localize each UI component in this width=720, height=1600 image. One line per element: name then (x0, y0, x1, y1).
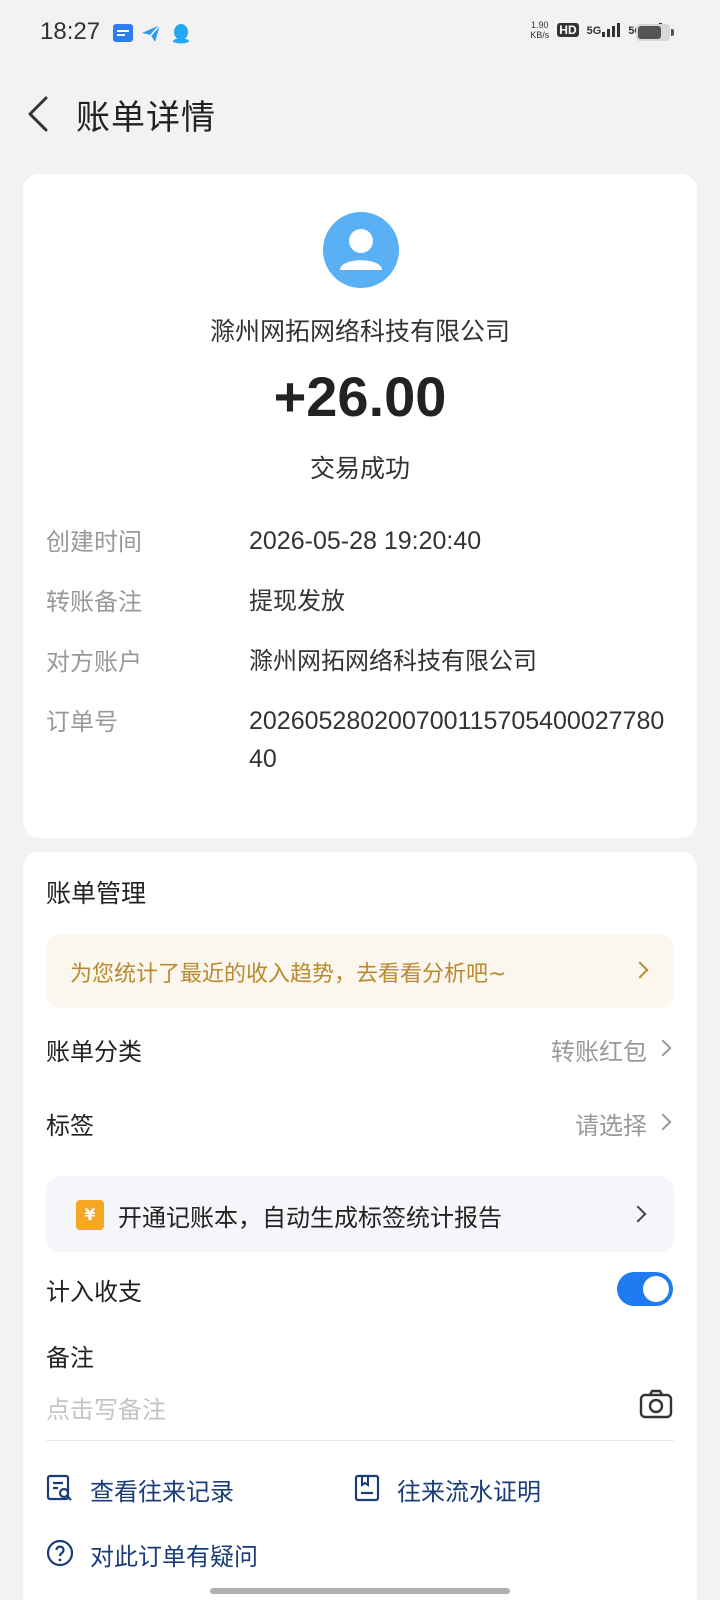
net-speed: 1.90 KB/s (530, 20, 550, 40)
chevron-right-icon[interactable] (654, 1039, 672, 1057)
banner-text: 为您统计了最近的收入趋势，去看看分析吧~ (70, 962, 507, 987)
chevron-right-icon (629, 1205, 647, 1223)
tag-select[interactable]: 请选择 (575, 1106, 647, 1141)
message-app-icon (113, 24, 133, 42)
header: 账单详情 (0, 80, 720, 146)
include-in-stats-toggle[interactable] (617, 1272, 673, 1306)
merchant-name: 滁州网拓网络科技有限公司 (209, 317, 510, 346)
toggle-knob (643, 1276, 669, 1302)
signal-icon: 5G (587, 23, 621, 37)
bill-amount: +26.00 (273, 365, 447, 428)
detail-value: 滁州网拓网络科技有限公司 (249, 647, 537, 675)
bill-summary-card: 滁州网拓网络科技有限公司 +26.00 交易成功 创建时间 2026-05-28… (23, 174, 697, 838)
detail-label: 对方账户 (46, 648, 142, 676)
bill-management-card: 账单管理 为您统计了最近的收入趋势，去看看分析吧~ 账单分类 转账红包 标签 请… (23, 852, 697, 1600)
page-title: 账单详情 (76, 98, 216, 138)
detail-label: 转账备注 (46, 588, 142, 616)
detail-label: 订单号 (46, 708, 118, 736)
transaction-status: 交易成功 (309, 454, 410, 483)
chevron-right-icon (631, 961, 649, 979)
home-indicator[interactable] (210, 1588, 510, 1594)
status-bar: 18:27 1.90 KB/s HD 5G 5G (0, 0, 720, 66)
detail-label: 创建时间 (46, 528, 142, 556)
tag-label: 标签 (46, 1112, 94, 1140)
order-question-link[interactable]: 对此订单有疑问 (90, 1537, 258, 1572)
view-history-link[interactable]: 查看往来记录 (90, 1472, 234, 1507)
status-time: 18:27 (40, 18, 101, 45)
hd-voice-icon: HD (557, 23, 579, 37)
camera-icon[interactable] (639, 1388, 673, 1420)
category-value[interactable]: 转账红包 (551, 1032, 647, 1067)
order-number[interactable]: 202605280200700115705400027780 40 (249, 702, 679, 778)
open-ledger-banner[interactable]: ¥ 开通记账本，自动生成标签统计报告 (46, 1176, 674, 1252)
flow-proof-link[interactable]: 往来流水证明 (397, 1472, 541, 1507)
question-icon[interactable] (46, 1539, 74, 1567)
chevron-right-icon[interactable] (654, 1113, 672, 1131)
proof-document-icon[interactable] (353, 1474, 381, 1502)
back-arrow-icon[interactable] (22, 92, 62, 136)
merchant-avatar (323, 212, 399, 288)
ledger-text: 开通记账本，自动生成标签统计报告 (118, 1204, 502, 1232)
divider (46, 1440, 674, 1441)
detail-value: 2026-05-28 19:20:40 (249, 527, 482, 555)
detail-value: 提现发放 (249, 587, 345, 615)
record-search-icon[interactable] (46, 1474, 74, 1502)
section-title: 账单管理 (46, 879, 147, 908)
memo-input[interactable]: 点击写备注 (46, 1390, 166, 1425)
user-icon (340, 229, 382, 270)
memo-label: 备注 (46, 1344, 94, 1372)
qq-app-icon (173, 24, 189, 44)
battery-icon (636, 24, 674, 41)
category-label: 账单分类 (46, 1038, 142, 1066)
include-in-stats-label: 计入收支 (46, 1278, 142, 1306)
send-app-icon (142, 24, 161, 42)
income-trend-banner[interactable]: 为您统计了最近的收入趋势，去看看分析吧~ (46, 934, 674, 1008)
yuan-icon: ¥ (76, 1200, 104, 1230)
